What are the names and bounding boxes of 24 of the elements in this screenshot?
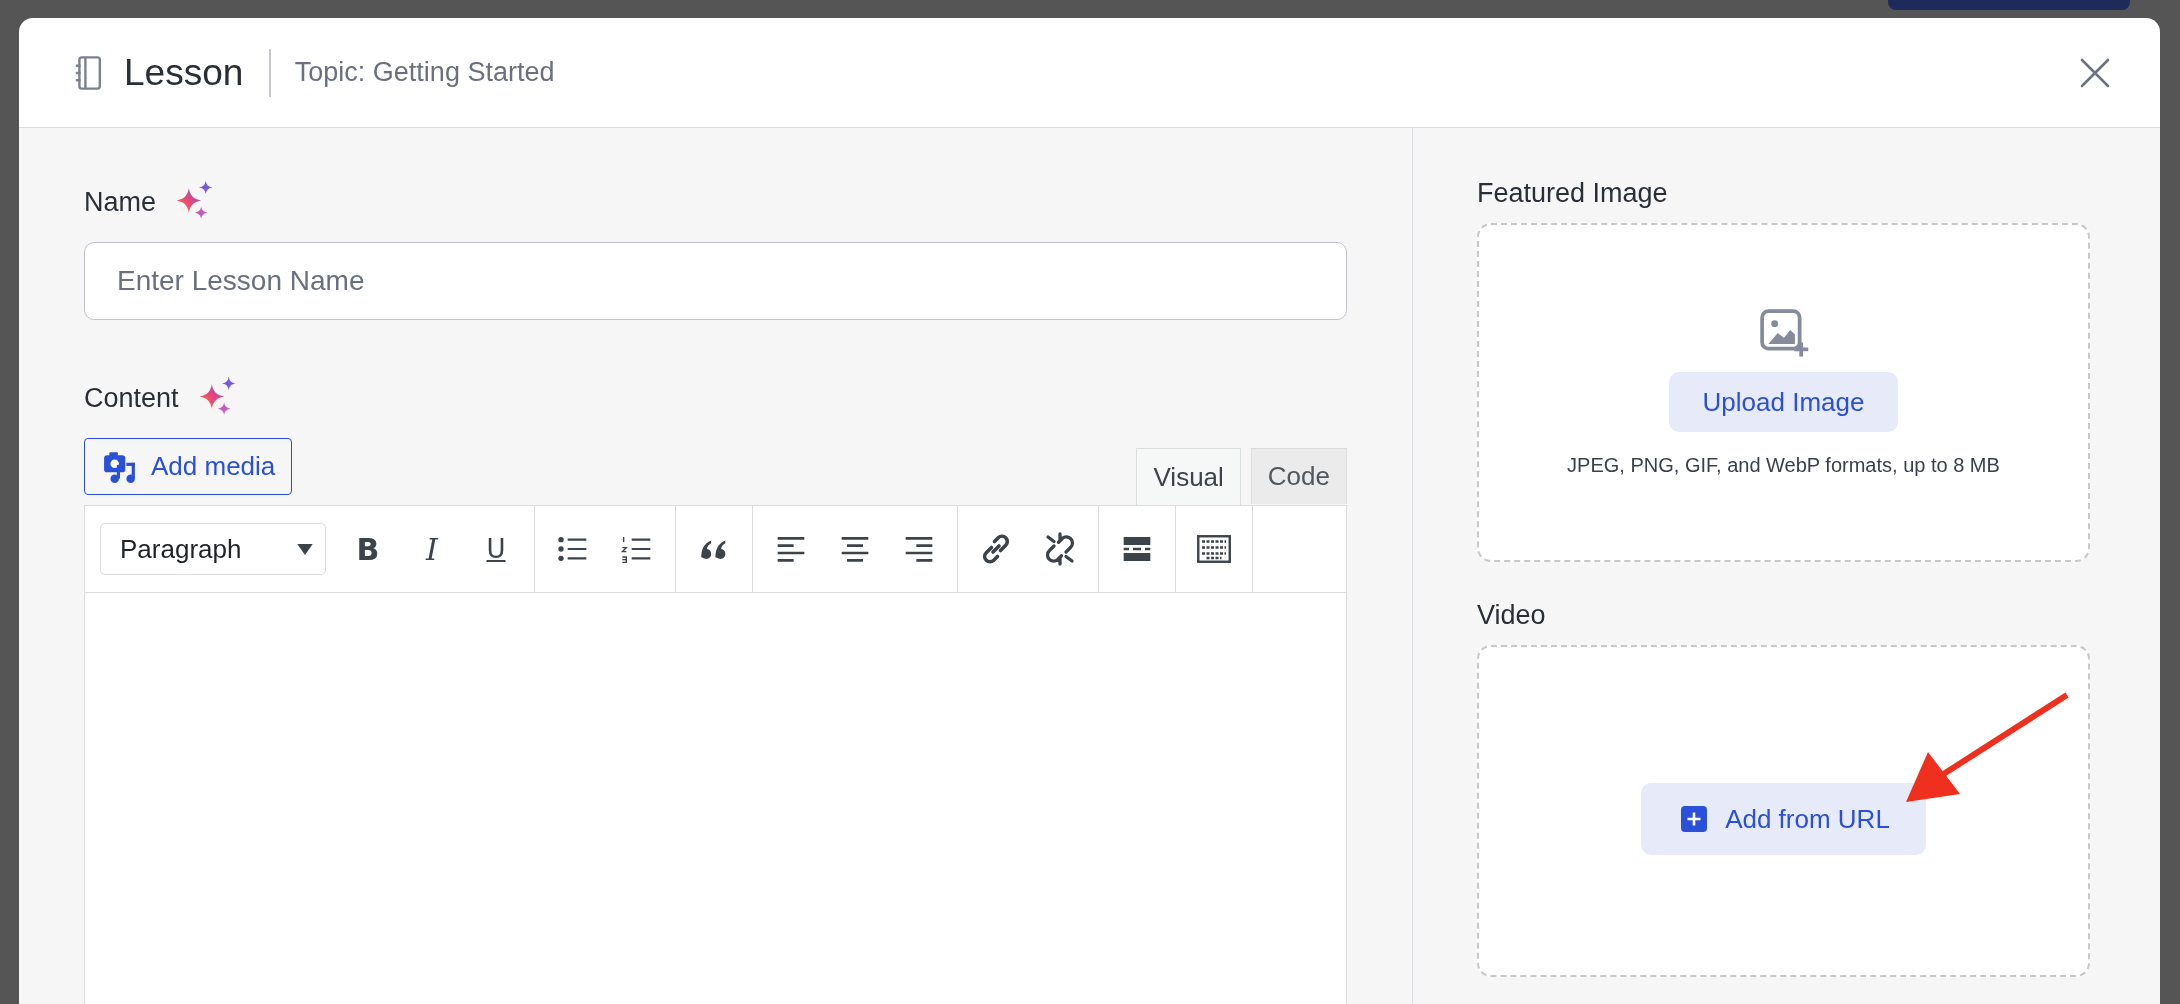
- modal-title: Lesson: [124, 51, 244, 94]
- bold-button[interactable]: B: [340, 521, 396, 577]
- video-label: Video: [1477, 600, 1547, 631]
- add-from-url-button[interactable]: Add from URL: [1641, 783, 1926, 855]
- image-dropzone[interactable]: Upload Image JPEG, PNG, GIF, and WebP formats, up to 8 MB: [1477, 223, 2090, 562]
- format-hint: JPEG, PNG, GIF, and WebP formats, up to 8 MB: [1567, 454, 2000, 477]
- content-label: Content: [84, 382, 179, 414]
- camera-music-icon: [103, 449, 137, 484]
- upload-image-button[interactable]: Upload Image: [1668, 372, 1899, 432]
- italic-button[interactable]: I: [404, 521, 460, 577]
- plus-icon: [1681, 806, 1708, 832]
- underline-button[interactable]: U: [468, 521, 524, 577]
- format-select[interactable]: Paragraph: [100, 523, 326, 575]
- add-image-icon: [1758, 308, 1809, 358]
- editor-tab[interactable]: Code: [1250, 448, 1347, 504]
- notebook-icon: [74, 54, 104, 91]
- lesson-name-field[interactable]: Enter Lesson Name: [84, 242, 1347, 320]
- close-icon[interactable]: [2080, 57, 2110, 88]
- topic-subtitle: Topic: Getting Started: [294, 57, 555, 88]
- caret-icon: [297, 543, 313, 555]
- add-media-button[interactable]: Add media: [84, 438, 293, 495]
- name-label: Name: [84, 186, 157, 218]
- featured-image-label: Featured Image: [1477, 178, 1669, 209]
- editor-tab[interactable]: Visual: [1136, 448, 1241, 506]
